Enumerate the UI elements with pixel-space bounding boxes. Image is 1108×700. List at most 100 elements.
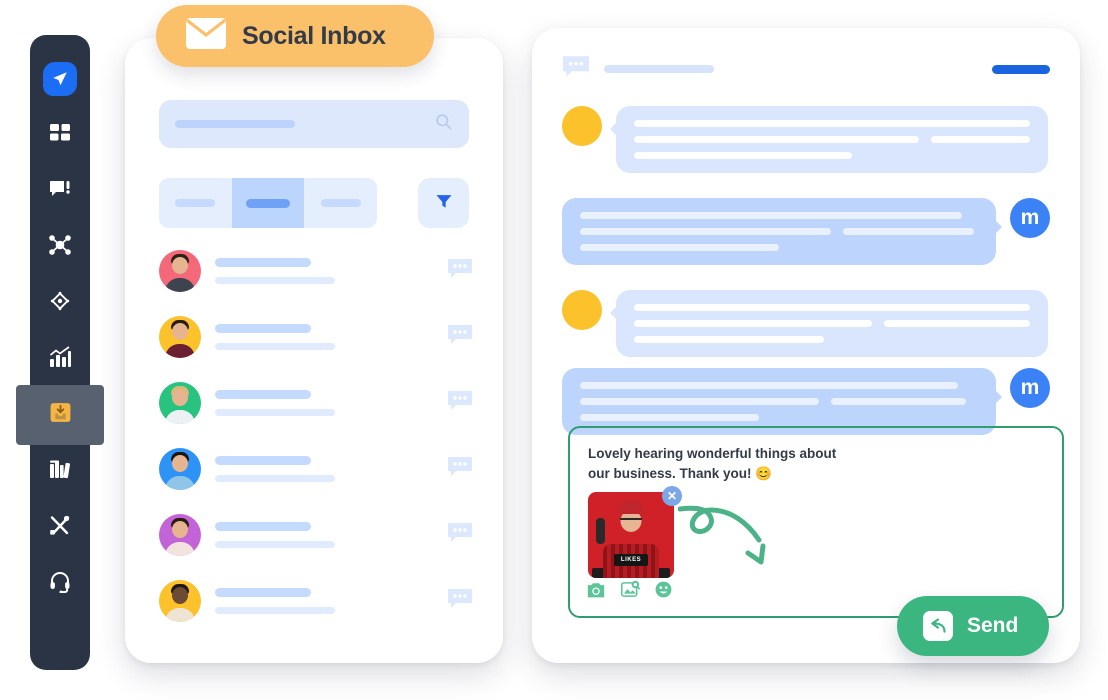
bar-chart-icon — [48, 345, 72, 374]
headset-icon — [48, 569, 72, 598]
sidebar-item-dashboard[interactable] — [30, 117, 90, 153]
message-outgoing: m — [562, 198, 1050, 265]
search-icon — [434, 112, 453, 136]
grid-icon — [48, 121, 72, 150]
avatar — [562, 290, 602, 330]
filter-button[interactable] — [418, 178, 469, 228]
avatar — [562, 106, 602, 146]
sidebar-item-target[interactable] — [30, 285, 90, 321]
sidebar-item-library[interactable] — [30, 453, 90, 489]
sidebar-item-network[interactable] — [30, 229, 90, 265]
chat-dots-icon[interactable] — [447, 389, 473, 418]
conversation-snippet-bar — [215, 607, 335, 614]
conversation-preview — [215, 324, 447, 350]
person-hat — [618, 500, 644, 514]
message-incoming — [562, 106, 1050, 173]
send-button[interactable]: Send — [897, 596, 1049, 656]
conversation-preview — [215, 456, 447, 482]
filter-icon — [434, 191, 454, 216]
avatar — [159, 448, 201, 490]
social-inbox-badge: Social Inbox — [156, 5, 434, 67]
message-bubble[interactable] — [562, 198, 1002, 265]
conversation-preview — [215, 588, 447, 614]
conversation-header — [562, 54, 1050, 84]
inbox-list-panel — [125, 38, 503, 663]
emoji-icon[interactable] — [654, 580, 673, 604]
paper-plane-icon — [43, 62, 77, 96]
chat-dots-icon[interactable] — [447, 323, 473, 352]
inbox-icon — [48, 400, 73, 430]
conversation-panel: m m Lovely hearing wonderful things abou… — [532, 28, 1080, 663]
list-item[interactable] — [159, 568, 479, 634]
chat-dots-icon[interactable] — [447, 521, 473, 550]
avatar — [159, 316, 201, 358]
header-action-button[interactable] — [992, 64, 1050, 74]
tab-unread[interactable] — [231, 178, 305, 228]
sidebar-item-analytics[interactable] — [30, 341, 90, 377]
list-item[interactable] — [159, 238, 479, 304]
conversation-preview — [215, 390, 447, 416]
chat-dots-icon[interactable] — [447, 455, 473, 484]
sidebar-item-inbox[interactable] — [16, 385, 104, 445]
sidebar-item-support[interactable] — [30, 565, 90, 601]
sidebar-item-tools[interactable] — [30, 509, 90, 545]
conversation-snippet-bar — [215, 343, 335, 350]
conversation-preview — [215, 522, 447, 548]
chat-dots-icon — [562, 54, 590, 85]
tools-icon — [48, 513, 72, 542]
conversation-name-bar — [215, 258, 311, 267]
conversation-snippet-bar — [215, 541, 335, 548]
sidebar-item-logo[interactable] — [30, 61, 90, 97]
send-label: Send — [967, 614, 1019, 637]
tab-label-bar — [320, 199, 361, 207]
conversation-title-bar — [604, 65, 714, 73]
search-input[interactable] — [159, 100, 469, 148]
conversation-preview — [215, 258, 447, 284]
conversation-snippet-bar — [215, 277, 335, 284]
list-item[interactable] — [159, 436, 479, 502]
list-item[interactable] — [159, 502, 479, 568]
conversation-name-bar — [215, 324, 311, 333]
attachment-sign-text: LIKES — [614, 554, 648, 566]
conversation-name-bar — [215, 456, 311, 465]
attachment-thumbnail[interactable]: LIKES — [588, 492, 674, 578]
message-composer[interactable]: Lovely hearing wonderful things about ou… — [568, 426, 1064, 618]
tab-label-bar — [175, 199, 216, 207]
tab-assigned[interactable] — [304, 178, 377, 228]
inbox-tabs — [159, 178, 377, 228]
chat-alert-icon — [48, 177, 72, 206]
composer-text[interactable]: Lovely hearing wonderful things about ou… — [588, 444, 838, 483]
avatar — [159, 580, 201, 622]
sidebar-item-messages[interactable] — [30, 173, 90, 209]
tab-all[interactable] — [159, 178, 232, 228]
tab-label-bar — [246, 198, 290, 208]
conversation-name-bar — [215, 390, 311, 399]
chat-dots-icon[interactable] — [447, 587, 473, 616]
badge-title: Social Inbox — [242, 21, 386, 50]
composer-toolbar — [586, 580, 673, 604]
conversation-snippet-bar — [215, 475, 335, 482]
conversation-list — [159, 238, 479, 634]
message-bubble[interactable] — [610, 106, 1048, 173]
message-bubble[interactable] — [562, 368, 1002, 435]
camera-icon[interactable] — [586, 581, 606, 604]
search-placeholder-bar — [175, 120, 295, 128]
message-bubble[interactable] — [610, 290, 1048, 357]
avatar — [159, 250, 201, 292]
person-glasses — [620, 518, 642, 524]
curved-arrow-icon — [677, 495, 793, 590]
chat-dots-icon[interactable] — [447, 257, 473, 286]
envelope-icon — [186, 18, 226, 54]
list-item[interactable] — [159, 370, 479, 436]
avatar — [159, 382, 201, 424]
sidebar — [16, 35, 104, 670]
avatar-brand: m — [1010, 198, 1050, 238]
books-icon — [48, 457, 72, 486]
avatar-brand: m — [1010, 368, 1050, 408]
image-search-icon[interactable] — [620, 580, 641, 604]
list-item[interactable] — [159, 304, 479, 370]
conversation-name-bar — [215, 588, 311, 597]
microphone-shape — [596, 518, 605, 544]
message-outgoing: m — [562, 368, 1050, 435]
share-nodes-icon — [48, 233, 72, 262]
